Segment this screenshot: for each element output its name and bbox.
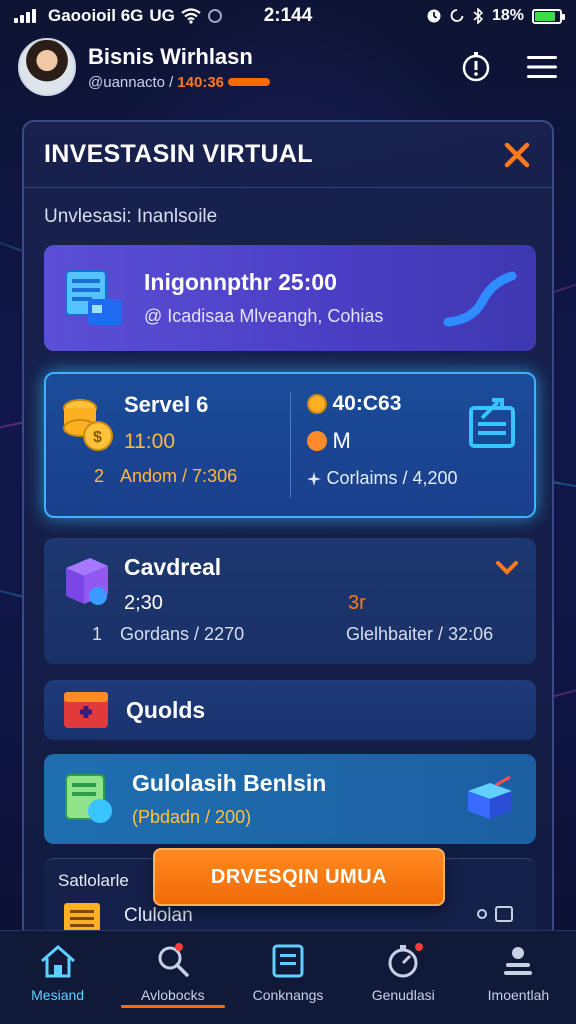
alert-button[interactable]	[460, 51, 492, 83]
card-list-label: Satlolarle	[58, 871, 129, 890]
card-secondary-foot2: Glelhbaiter / 32:06	[346, 624, 494, 644]
user-progress-bar	[228, 78, 271, 86]
invest-cta-button[interactable]: DRVESQIN UMUA	[153, 848, 445, 906]
document-icon	[65, 270, 122, 325]
hamburger-icon	[527, 56, 557, 78]
card-highlight-left-foot-row: 2 Andom / 7:306	[94, 466, 274, 487]
coin-dot-icon	[306, 394, 327, 414]
card-quick-title: Quolds	[126, 696, 206, 723]
coins-icon: $	[63, 399, 113, 451]
card-primary-title: Inigonnpthr 25:00	[144, 269, 337, 295]
card-highlight-left-text: Servel 6 11:00	[124, 392, 274, 454]
card-highlight-left-foot-num: 2	[94, 466, 105, 486]
battery-fill	[535, 11, 556, 21]
investment-card-quick[interactable]: Quolds	[44, 680, 536, 740]
bottom-nav: Mesiand Avlobocks Conknangs Genudlasi Im…	[0, 930, 576, 1024]
card-business-text: Gulolasih Benlsin (Pbdadn / 200)	[132, 770, 326, 828]
nav-item-home[interactable]: Mesiand	[0, 931, 115, 1024]
card-primary-subtitle: @ Icadisaa Mlveangh, Cohias	[144, 306, 384, 326]
card-secondary-value: 2;30	[124, 592, 163, 614]
section-label: Unvlesasi: Inanlsoile	[44, 206, 218, 227]
card-highlight-right-title: 40:C63	[332, 392, 402, 415]
panel-title: INVESTASIN VIRTUAL	[44, 140, 313, 168]
user-handle: @uannacto /	[88, 73, 174, 91]
svg-text:$: $	[93, 429, 102, 446]
card-highlight-left-foot: Andom / 7:306	[120, 466, 238, 486]
orange-dot-icon	[306, 431, 327, 451]
card-highlight-right-value: M	[332, 428, 351, 453]
certificate-icon	[65, 774, 112, 823]
sparkle-icon	[306, 471, 321, 486]
investment-card-business[interactable]: Gulolasih Benlsin (Pbdadn / 200)	[44, 754, 536, 844]
user-info: Bisnis Wirhlasn @uannacto / 140:36	[88, 43, 271, 91]
nav-label-home: Mesiand	[31, 987, 85, 1003]
box-icon	[66, 558, 108, 605]
trend-icon	[443, 271, 517, 327]
card-secondary-foot: Gordans / 2270	[120, 624, 245, 644]
nav-item-reports[interactable]: Conknangs	[230, 931, 345, 1024]
nav-active-underline	[120, 1005, 225, 1008]
nav-label-profile: Imoentlah	[487, 987, 550, 1003]
card-list-label2: Clulolan	[124, 905, 193, 926]
panel-header: INVESTASIN VIRTUAL	[24, 122, 552, 188]
card-highlight-right: 40:C63 M Corlaims / 4,200	[291, 374, 535, 516]
cube-chart-icon	[468, 775, 512, 819]
card-secondary-foot-num: 1	[92, 624, 103, 644]
search-icon	[158, 946, 189, 977]
card-highlight-right-foot: Corlaims / 4,200	[326, 468, 458, 488]
battery-icon	[532, 8, 565, 24]
card-highlight-left: $ Servel 6 11:00 2 Andom / 7:306	[46, 374, 290, 516]
menu-button[interactable]	[526, 51, 558, 83]
header: Bisnis Wirhlasn @uannacto / 140:36	[0, 34, 576, 100]
card-primary-text: Inigonnpthr 25:00 @ Icadisaa Mlveangh, C…	[144, 269, 383, 327]
card-highlight-right-foot-row: Corlaims / 4,200	[306, 468, 519, 489]
user-handle-accent: 140:36	[177, 73, 225, 91]
nav-item-portfolio[interactable]: Genudlasi	[346, 931, 461, 1024]
investment-card-highlight[interactable]: $ Servel 6 11:00 2 Andom / 7:306 40:C63 …	[44, 372, 536, 518]
nav-label-search: Avlobocks	[141, 987, 205, 1003]
header-icons	[460, 51, 558, 83]
card-secondary-value2: 3r	[348, 592, 366, 614]
card-secondary-title: Cavdreal	[124, 554, 222, 580]
nav-label-reports: Conknangs	[252, 987, 324, 1003]
report-icon	[272, 944, 304, 978]
toggle-icon[interactable]	[476, 905, 516, 923]
status-bar: Gaooioil 6G UG 2:144 18%	[0, 0, 576, 32]
home-icon	[40, 945, 75, 978]
card-business-subtitle: (Pbdadn / 200)	[132, 807, 252, 827]
status-time: 2:144	[263, 5, 313, 26]
wallet-icon	[64, 692, 108, 728]
avatar[interactable]	[18, 38, 76, 96]
user-name: Bisnis Wirhlasn	[88, 43, 253, 69]
card-highlight-left-title: Servel 6	[124, 392, 209, 417]
nav-badge	[414, 943, 423, 951]
chart-report-icon	[469, 398, 515, 448]
nav-item-search[interactable]: Avlobocks	[115, 931, 230, 1024]
investment-card-primary[interactable]: Inigonnpthr 25:00 @ Icadisaa Mlveangh, C…	[44, 245, 536, 351]
chevron-down-icon[interactable]	[496, 560, 518, 576]
user-handle-row: @uannacto / 140:36	[88, 73, 271, 91]
nav-label-portfolio: Genudlasi	[371, 987, 435, 1003]
card-business-title: Gulolasih Benlsin	[132, 770, 327, 796]
investment-card-secondary[interactable]: Cavdreal 2;30 3r 1 Gordans / 2270 Glelhb…	[44, 538, 536, 664]
alert-icon	[462, 52, 490, 82]
card-highlight-left-value: 11:00	[124, 430, 175, 453]
card-secondary-foot-row: 1 Gordans / 2270	[92, 624, 244, 645]
profile-icon	[504, 947, 533, 975]
nav-item-profile[interactable]: Imoentlah	[461, 931, 576, 1024]
close-icon[interactable]	[502, 140, 532, 170]
investment-panel: INVESTASIN VIRTUAL Unvlesasi: Inanlsoile…	[22, 120, 554, 940]
